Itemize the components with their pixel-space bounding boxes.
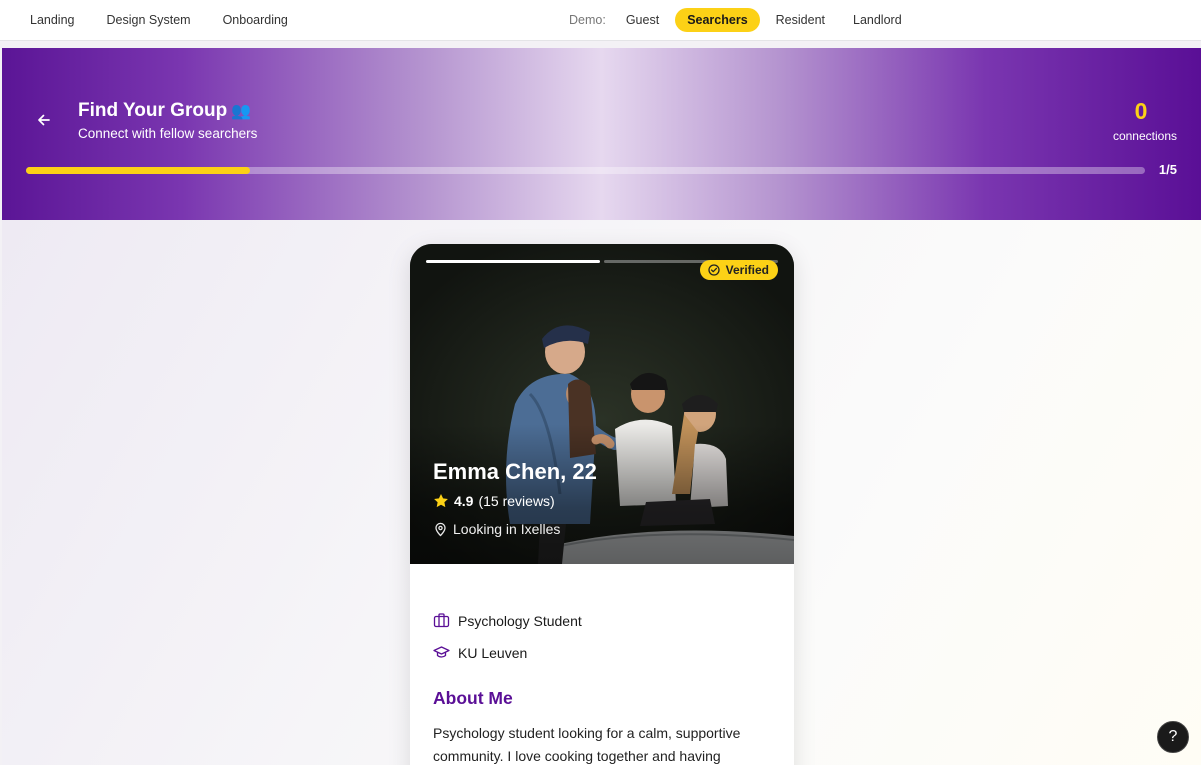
verified-label: Verified xyxy=(725,263,769,277)
verified-badge: Verified xyxy=(699,260,778,280)
graduation-cap-icon xyxy=(433,646,450,658)
nav-link-onboarding[interactable]: Onboarding xyxy=(207,8,304,32)
nav-link-design-system[interactable]: Design System xyxy=(91,8,207,32)
profile-photo[interactable]: Verified Emma Chen, 22 4.9 (15 reviews) … xyxy=(410,244,794,564)
occupation-text: Psychology Student xyxy=(458,612,582,629)
university-row: KU Leuven xyxy=(433,644,527,661)
demo-pill-landlord[interactable]: Landlord xyxy=(841,8,914,32)
check-circle-icon xyxy=(707,264,720,276)
arrow-left-icon xyxy=(38,114,50,126)
university-text: KU Leuven xyxy=(458,644,528,661)
rating-reviews: (15 reviews) xyxy=(478,493,555,509)
occupation-row: Psychology Student xyxy=(433,612,582,629)
about-heading: About Me xyxy=(433,688,513,708)
top-navigation-bar: Landing Design System Onboarding Demo: G… xyxy=(0,0,1201,41)
page-header: Find Your Group 👥 Connect with fellow sea… xyxy=(2,48,1201,220)
demo-pill-guest[interactable]: Guest xyxy=(614,8,671,32)
back-button[interactable] xyxy=(32,108,56,132)
demo-pill-resident[interactable]: Resident xyxy=(764,8,837,32)
profile-card[interactable]: Verified Emma Chen, 22 4.9 (15 reviews) … xyxy=(410,244,794,765)
profile-rating: 4.9 (15 reviews) xyxy=(433,493,555,509)
profile-location: Looking in Ixelles xyxy=(433,521,560,537)
main-nav: Landing Design System Onboarding xyxy=(14,8,304,32)
progress-counter: 1/5 xyxy=(1158,162,1177,177)
star-icon xyxy=(434,494,448,508)
page-subtitle: Connect with fellow searchers xyxy=(78,126,258,141)
progress-bar-fill xyxy=(26,167,250,174)
map-pin-icon xyxy=(435,522,446,536)
demo-label: Demo: xyxy=(569,13,606,27)
photo-indicator-1[interactable] xyxy=(426,260,600,263)
demo-pill-searchers[interactable]: Searchers xyxy=(675,8,760,32)
briefcase-icon xyxy=(433,613,450,628)
rating-value: 4.9 xyxy=(454,493,474,509)
people-emoji-icon: 👥 xyxy=(231,103,252,120)
nav-link-landing[interactable]: Landing xyxy=(14,8,91,32)
connections-label: connections xyxy=(1112,129,1177,143)
about-text: Psychology student looking for a calm, s… xyxy=(433,725,741,764)
page-title: Find Your Group 👥 xyxy=(78,100,251,122)
demo-switcher: Demo: Guest Searchers Resident Landlord xyxy=(569,0,918,40)
page-title-text: Find Your Group xyxy=(78,100,228,121)
profile-name: Emma Chen, 22 xyxy=(433,459,597,484)
connections-count: 0 xyxy=(1134,98,1148,124)
location-text: Looking in Ixelles xyxy=(453,521,561,537)
help-button[interactable]: ? xyxy=(1157,721,1189,753)
progress-bar xyxy=(26,167,1145,174)
